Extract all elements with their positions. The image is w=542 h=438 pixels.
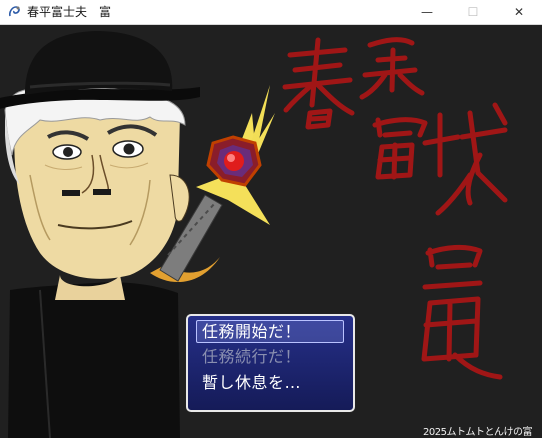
game-window: 春平富士夫 富 — ☐ ✕ 任務開始だ！ 任務続行だ！ 暫し休息を… 2025ム… bbox=[0, 0, 542, 438]
minimize-icon: — bbox=[421, 5, 433, 19]
close-icon: ✕ bbox=[513, 5, 525, 19]
app-icon bbox=[9, 6, 20, 17]
menu-item-rest[interactable]: 暫し休息を… bbox=[202, 372, 301, 394]
maximize-button[interactable]: ☐ bbox=[450, 0, 496, 24]
close-button[interactable]: ✕ bbox=[496, 0, 542, 24]
menu-item-start[interactable]: 任務開始だ！ bbox=[202, 321, 301, 343]
credit-text: 2025ムトムトとんけの富 bbox=[423, 427, 532, 438]
title-menu: 任務開始だ！ 任務続行だ！ 暫し休息を… bbox=[186, 314, 355, 412]
title-bar: 春平富士夫 富 — ☐ ✕ bbox=[0, 0, 542, 25]
window-title: 春平富士夫 富 bbox=[27, 5, 112, 19]
maximize-icon: ☐ bbox=[467, 5, 479, 19]
minimize-button[interactable]: — bbox=[404, 0, 450, 24]
menu-item-continue[interactable]: 任務続行だ！ bbox=[202, 346, 301, 368]
game-screen: 任務開始だ！ 任務続行だ！ 暫し休息を… 2025ムトムトとんけの富 bbox=[0, 25, 542, 438]
